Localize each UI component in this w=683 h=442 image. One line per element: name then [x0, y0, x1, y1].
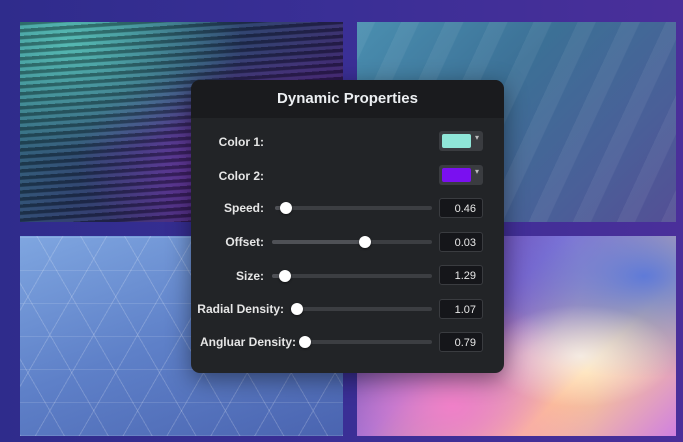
size-slider[interactable]	[272, 270, 432, 282]
speed-label: Speed:	[223, 201, 264, 215]
color1-picker[interactable]: ▾	[439, 131, 483, 151]
size-value-field[interactable]: 1.29	[439, 265, 483, 285]
speed-value-field[interactable]: 0.46	[439, 198, 483, 218]
chevron-down-icon: ▾	[474, 133, 479, 142]
angular-density-value-field[interactable]: 0.79	[439, 332, 483, 352]
size-slider-handle[interactable]	[278, 270, 291, 282]
radial-density-value-field[interactable]: 1.07	[439, 299, 483, 319]
radial-density-slider-handle[interactable]	[291, 303, 303, 315]
speed-slider-handle[interactable]	[279, 202, 292, 214]
color2-picker[interactable]: ▾	[439, 165, 483, 185]
color2-swatch	[442, 168, 471, 182]
offset-slider-handle[interactable]	[358, 236, 371, 248]
angular-density-slider[interactable]	[299, 336, 432, 348]
color1-swatch	[442, 134, 471, 148]
color2-label: Color 2:	[218, 169, 264, 183]
size-label: Size:	[235, 269, 264, 283]
chevron-down-icon: ▾	[474, 167, 479, 176]
offset-value-field[interactable]: 0.03	[439, 232, 483, 252]
radial-density-label: Radial Density:	[197, 302, 284, 316]
angular-density-slider-handle[interactable]	[299, 336, 311, 348]
angular-density-label: Angluar Density:	[199, 335, 296, 349]
dynamic-properties-panel: Dynamic Properties Color 1: ▾ Color 2: ▾…	[191, 80, 504, 373]
speed-slider[interactable]	[275, 202, 432, 214]
offset-label: Offset:	[225, 235, 264, 249]
color1-label: Color 1:	[218, 135, 264, 149]
offset-slider[interactable]	[272, 236, 432, 248]
panel-title: Dynamic Properties	[191, 80, 504, 118]
radial-density-slider[interactable]	[291, 303, 432, 315]
offset-slider-fill	[272, 240, 365, 244]
